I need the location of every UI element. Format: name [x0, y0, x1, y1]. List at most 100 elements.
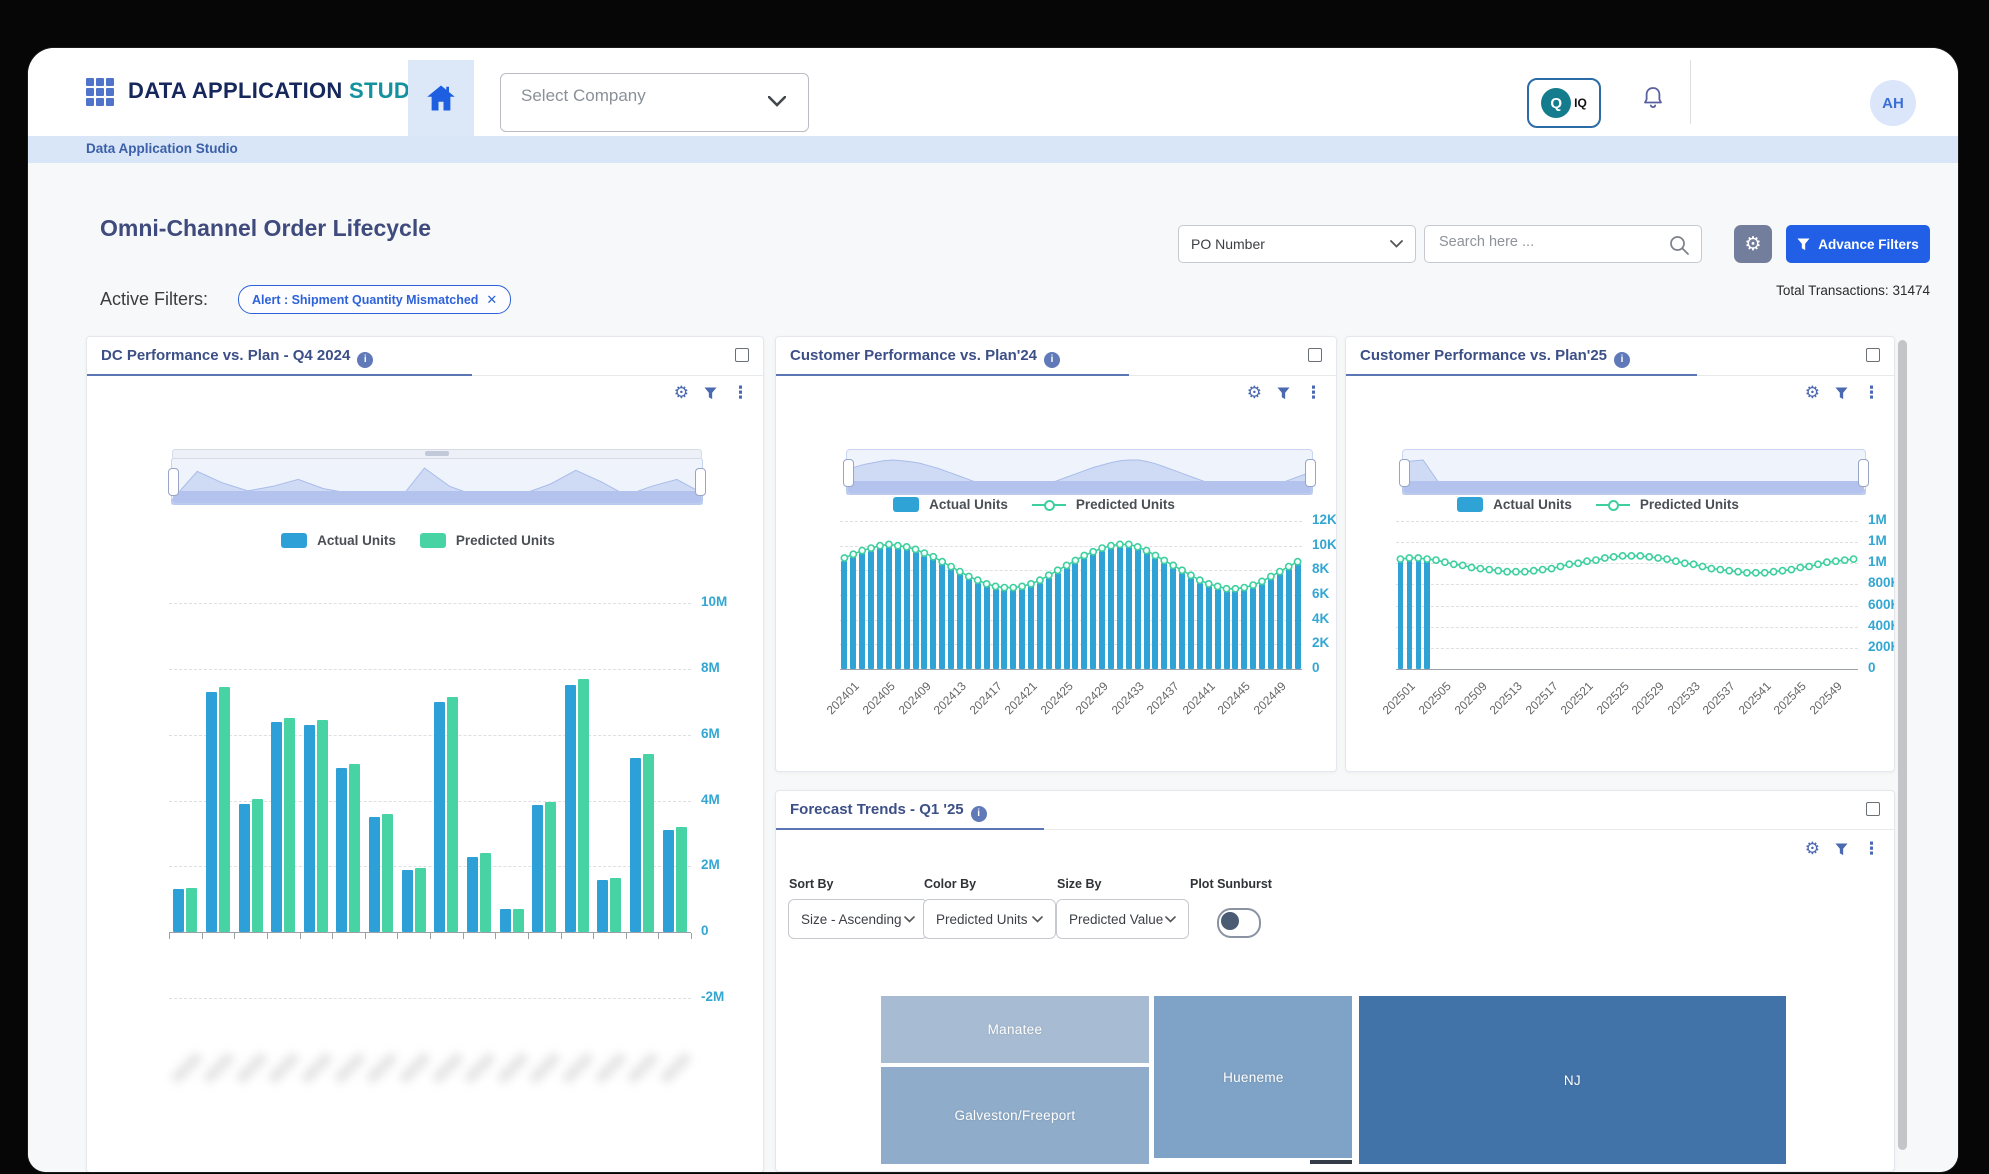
- plot-sunburst-toggle[interactable]: [1217, 908, 1261, 938]
- legend-line-predicted[interactable]: [1032, 497, 1066, 512]
- c3-brush[interactable]: [1402, 449, 1866, 495]
- search-input[interactable]: [1437, 233, 1661, 251]
- maximize-icon[interactable]: [1866, 802, 1880, 816]
- brush-handle-left[interactable]: [168, 468, 179, 496]
- treemap-cell-hueneme[interactable]: Hueneme: [1154, 996, 1352, 1158]
- active-filter-chip[interactable]: Alert : Shipment Quantity Mismatched ✕: [238, 285, 511, 314]
- bar-predicted[interactable]: [643, 754, 654, 932]
- brush-handle-left[interactable]: [843, 459, 854, 487]
- bar-actual[interactable]: [663, 830, 674, 932]
- color-by-select[interactable]: Predicted Units: [923, 899, 1056, 939]
- brush-handle-right[interactable]: [1305, 459, 1316, 487]
- bar-actual[interactable]: [271, 722, 282, 933]
- funnel-icon[interactable]: [704, 387, 717, 400]
- bar-actual[interactable]: [434, 702, 445, 932]
- bar-actual[interactable]: [239, 804, 250, 932]
- gear-icon[interactable]: ⚙: [1805, 383, 1820, 403]
- bar-predicted[interactable]: [382, 814, 393, 933]
- info-icon[interactable]: i: [1044, 352, 1060, 368]
- bar-actual[interactable]: [467, 857, 478, 933]
- size-by-select[interactable]: Predicted Value: [1056, 899, 1189, 939]
- kebab-menu-icon[interactable]: ⋮: [732, 383, 749, 403]
- maximize-icon[interactable]: [735, 348, 749, 362]
- close-icon[interactable]: ✕: [486, 292, 497, 308]
- brush-handle-right[interactable]: [695, 468, 706, 496]
- bar-predicted[interactable]: [610, 878, 621, 932]
- bar-predicted[interactable]: [415, 868, 426, 932]
- breadcrumb[interactable]: Data Application Studio: [86, 141, 238, 156]
- funnel-icon[interactable]: [1277, 387, 1290, 400]
- legend-swatch-actual[interactable]: [281, 533, 307, 548]
- treemap-cell-nj[interactable]: NJ: [1359, 996, 1786, 1164]
- bar-predicted[interactable]: [317, 720, 328, 932]
- notifications-bell-icon[interactable]: [1642, 86, 1664, 110]
- c3-plot: 1M1M1M800K600K400K200K020250120250520250…: [1396, 521, 1858, 669]
- info-icon[interactable]: i: [357, 352, 373, 368]
- bar-actual[interactable]: [304, 725, 315, 932]
- sort-by-select[interactable]: Size - Ascending: [788, 899, 928, 939]
- c2-brush[interactable]: [846, 449, 1313, 495]
- page-title: Omni-Channel Order Lifecycle: [100, 215, 431, 242]
- x-tick-label: 202541: [1735, 679, 1773, 717]
- bar-actual[interactable]: [206, 692, 217, 932]
- settings-gear-button[interactable]: ⚙: [1734, 225, 1772, 263]
- bar-predicted[interactable]: [219, 687, 230, 932]
- gear-icon[interactable]: ⚙: [1247, 383, 1262, 403]
- maximize-icon[interactable]: [1308, 348, 1322, 362]
- bar-predicted[interactable]: [578, 679, 589, 933]
- funnel-icon[interactable]: [1835, 843, 1848, 856]
- funnel-icon[interactable]: [1835, 387, 1848, 400]
- bar-actual[interactable]: [173, 889, 184, 932]
- home-icon: [426, 84, 456, 112]
- search-icon[interactable]: [1669, 235, 1689, 255]
- brush-handle-right[interactable]: [1858, 459, 1869, 487]
- select-company-dropdown[interactable]: Select Company: [500, 73, 809, 132]
- iq-assistant-button[interactable]: Q IQ: [1527, 78, 1601, 128]
- bar-predicted[interactable]: [186, 888, 197, 932]
- y-tick-label: 1M: [1868, 533, 1887, 548]
- treemap-cell-manatee[interactable]: Manatee: [881, 996, 1149, 1063]
- po-number-select[interactable]: PO Number: [1178, 225, 1416, 263]
- x-tick-label: 202545: [1771, 679, 1809, 717]
- bar-actual[interactable]: [532, 805, 543, 932]
- info-icon[interactable]: i: [971, 806, 987, 822]
- maximize-icon[interactable]: [1866, 348, 1880, 362]
- bar-actual[interactable]: [369, 817, 380, 932]
- brush-handle-left[interactable]: [1399, 459, 1410, 487]
- x-tick-label: 202421: [1002, 679, 1040, 717]
- c1-brush[interactable]: [171, 457, 703, 505]
- treemap-cell-galveston-freeport[interactable]: Galveston/Freeport: [881, 1067, 1149, 1164]
- brush-grip[interactable]: [425, 451, 449, 456]
- bar-actual[interactable]: [402, 870, 413, 933]
- bar-actual[interactable]: [336, 768, 347, 933]
- info-icon[interactable]: i: [1614, 352, 1630, 368]
- bar-predicted[interactable]: [545, 802, 556, 932]
- bar-predicted[interactable]: [349, 764, 360, 932]
- bar-actual[interactable]: [500, 909, 511, 932]
- bar-predicted[interactable]: [284, 718, 295, 932]
- kebab-menu-icon[interactable]: ⋮: [1863, 839, 1880, 859]
- bar-actual[interactable]: [630, 758, 641, 933]
- bar-predicted[interactable]: [513, 909, 524, 933]
- kebab-menu-icon[interactable]: ⋮: [1863, 383, 1880, 403]
- advance-filters-button[interactable]: Advance Filters: [1786, 225, 1930, 263]
- gear-icon[interactable]: ⚙: [1805, 839, 1820, 859]
- gear-icon[interactable]: ⚙: [674, 383, 689, 403]
- brand-text-primary: DATA APPLICATION: [128, 78, 343, 103]
- legend-swatch-predicted[interactable]: [420, 533, 446, 548]
- vertical-scrollbar[interactable]: [1898, 340, 1907, 1150]
- gridline: [169, 998, 691, 999]
- user-avatar[interactable]: AH: [1870, 80, 1916, 126]
- bar-predicted[interactable]: [252, 799, 263, 932]
- home-button[interactable]: [408, 60, 474, 136]
- bar-actual[interactable]: [565, 685, 576, 932]
- legend-swatch-actual[interactable]: [893, 497, 919, 512]
- bar-predicted[interactable]: [480, 853, 491, 932]
- bar-actual[interactable]: [597, 880, 608, 933]
- legend-line-predicted[interactable]: [1596, 497, 1630, 512]
- kebab-menu-icon[interactable]: ⋮: [1305, 383, 1322, 403]
- bar-predicted[interactable]: [676, 827, 687, 932]
- bar-predicted[interactable]: [447, 697, 458, 932]
- legend-swatch-actual[interactable]: [1457, 497, 1483, 512]
- treemap-cell-small[interactable]: [1310, 1160, 1352, 1164]
